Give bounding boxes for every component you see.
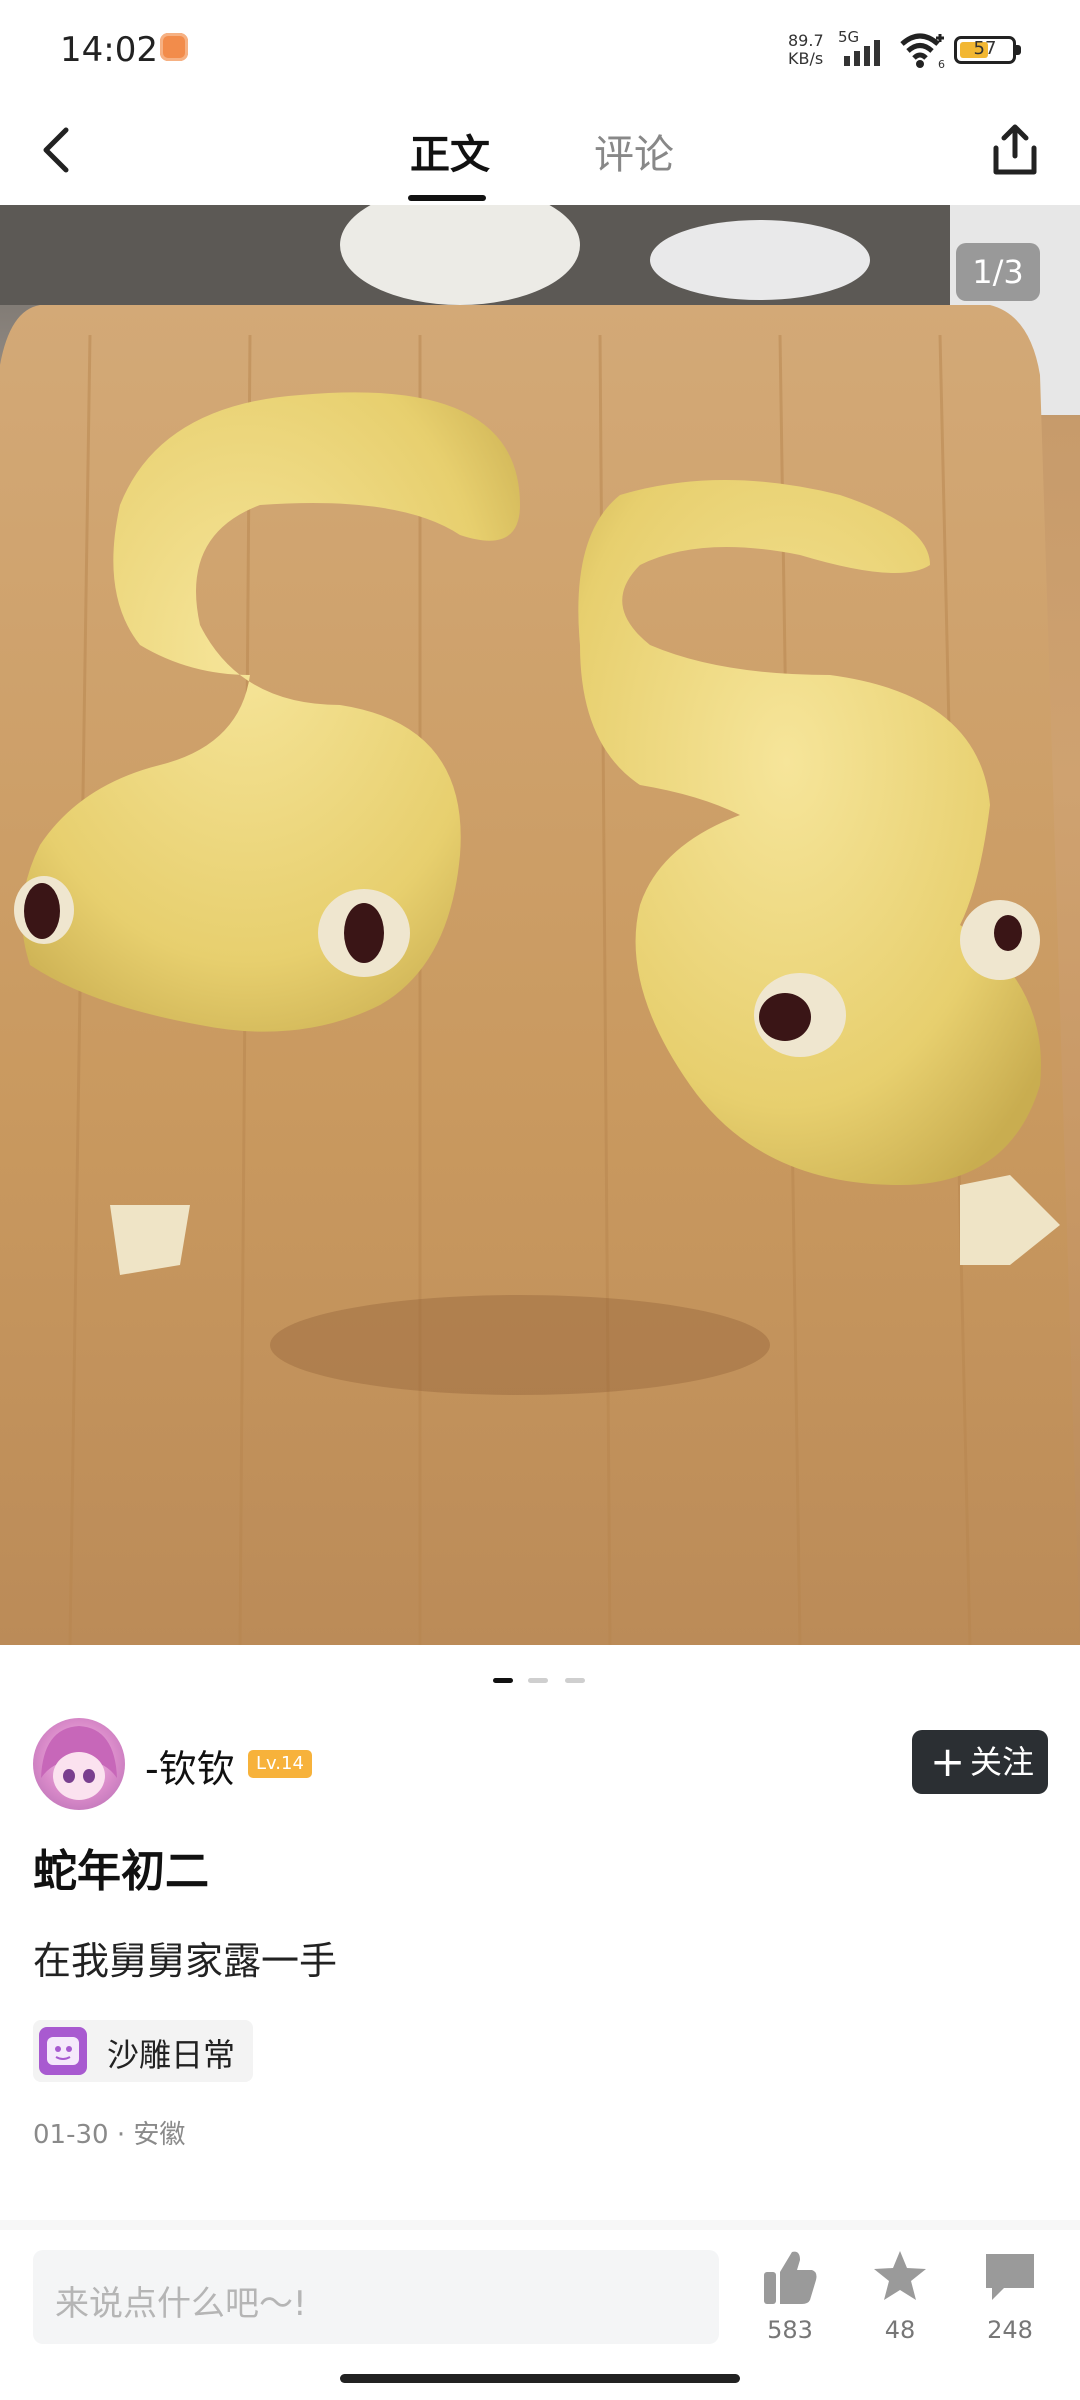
author-name[interactable]: -钦钦 xyxy=(145,1738,235,1793)
top-nav: 正文 评论 xyxy=(0,100,1080,205)
network-speed: 89.7 KB/s xyxy=(788,32,824,68)
favorite-button[interactable]: 48 xyxy=(850,2248,950,2358)
carousel-dot xyxy=(528,1678,548,1683)
level-badge: Lv.14 xyxy=(248,1750,312,1778)
carousel-dot xyxy=(565,1678,585,1683)
image-counter: 1/3 xyxy=(956,243,1040,301)
battery-percent: 57 xyxy=(973,38,997,59)
carousel-dot-active xyxy=(493,1678,513,1683)
share-icon[interactable] xyxy=(990,122,1040,178)
network-speed-value: 89.7 xyxy=(788,31,824,50)
topic-icon xyxy=(39,2027,87,2075)
status-bar: 14:02 89.7 KB/s 5G 6 57 xyxy=(0,0,1080,100)
comment-button[interactable]: 248 xyxy=(960,2248,1060,2358)
follow-button[interactable]: + 关注 xyxy=(912,1730,1048,1794)
post-image-carousel[interactable]: 1/3 xyxy=(0,205,1080,1645)
network-speed-unit: KB/s xyxy=(788,49,824,68)
post-photo xyxy=(0,205,1080,1645)
star-icon xyxy=(874,2251,926,2300)
status-time: 14:02 xyxy=(60,30,158,70)
wifi-sub-label: 6 xyxy=(938,58,945,70)
avatar-image xyxy=(41,1726,117,1800)
wifi-icon: 6 xyxy=(900,33,945,70)
comment-icon xyxy=(986,2254,1034,2300)
topic-tag[interactable]: 沙雕日常 xyxy=(33,2020,253,2082)
home-indicator[interactable] xyxy=(340,2374,740,2383)
comment-input-placeholder: 来说点什么吧～! xyxy=(55,2284,307,2324)
like-button[interactable]: 583 xyxy=(740,2248,840,2358)
tab-comments[interactable]: 评论 xyxy=(594,122,674,180)
like-icon xyxy=(764,2251,817,2304)
favorite-count: 48 xyxy=(884,2316,916,2344)
battery-icon: 57 xyxy=(954,36,1016,64)
section-divider xyxy=(0,2220,1080,2230)
plus-icon: + xyxy=(930,1737,966,1786)
signal-icon xyxy=(844,40,880,66)
comment-input[interactable]: 来说点什么吧～! xyxy=(33,2250,719,2344)
post-title: 蛇年初二 xyxy=(33,1846,209,1897)
like-count: 583 xyxy=(767,2316,813,2344)
active-tab-indicator xyxy=(408,195,486,201)
topic-label: 沙雕日常 xyxy=(107,2036,236,2074)
carousel-indicator xyxy=(0,1678,1080,1688)
tab-content[interactable]: 正文 xyxy=(410,122,490,180)
comment-count: 248 xyxy=(987,2316,1033,2344)
battery-cap xyxy=(1016,45,1021,55)
post-meta: 01-30 · 安徽 xyxy=(33,2120,186,2150)
follow-label: 关注 xyxy=(970,1743,1035,1781)
back-icon[interactable] xyxy=(30,120,90,180)
notification-app-icon xyxy=(160,33,188,61)
avatar[interactable] xyxy=(33,1718,125,1810)
post-text: 在我舅舅家露一手 xyxy=(33,1939,338,1983)
